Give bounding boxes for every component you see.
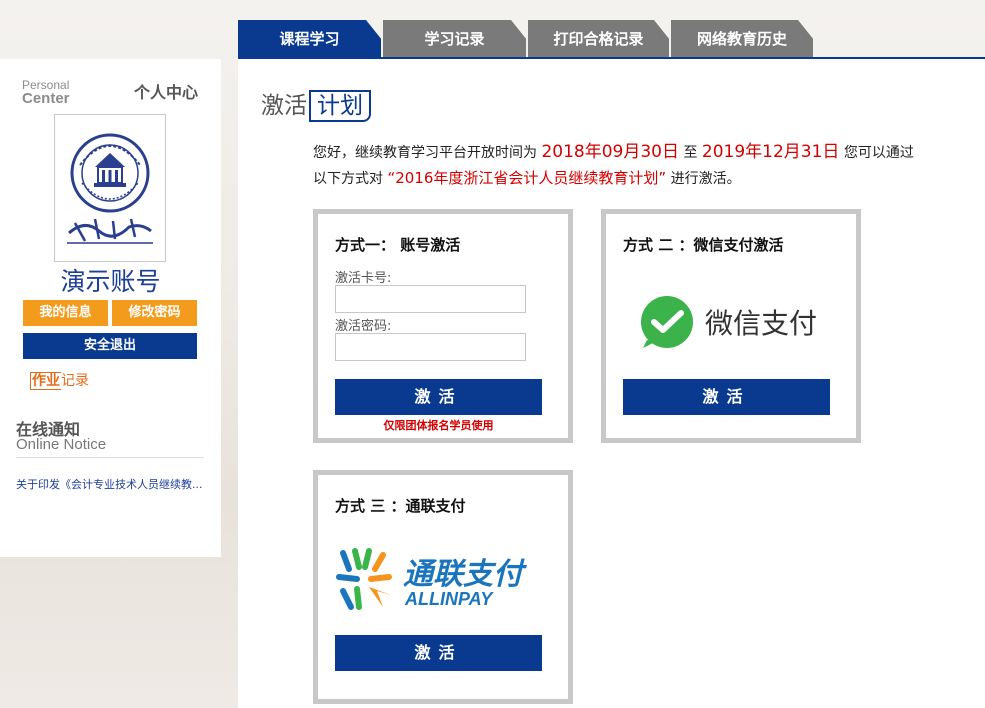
tab-course-study[interactable]: 课程学习: [238, 20, 382, 59]
homework-prefix: 作业: [30, 372, 61, 390]
tab-online-education-history[interactable]: 网络教育历史: [671, 20, 814, 59]
change-password-button[interactable]: 修改密码: [112, 300, 197, 326]
activation-card-allinpay: 方式 三 ：通联支付 通联支付 ALLINPAY 激活: [313, 470, 573, 704]
tab-label: 网络教育历史: [696, 30, 787, 48]
top-tab-bar: 课程学习 学习记录 打印合格记录 网络教育历史: [238, 20, 985, 59]
method2-title: 方式 二 ：微信支付激活: [623, 236, 784, 254]
tab-study-records[interactable]: 学习记录: [383, 20, 527, 59]
card-number-input[interactable]: [335, 285, 526, 313]
card-number-label: 激活卡号:: [335, 271, 392, 286]
wechat-pay-logo: 微信支付: [639, 292, 829, 352]
personal-center-en: Personal Center: [22, 78, 70, 107]
card-password-input[interactable]: [335, 333, 526, 361]
allinpay-en-text: ALLINPAY: [405, 589, 493, 609]
divider: [16, 457, 204, 458]
activation-card-account: 方式一： 账号激活 激活卡号: 激活密码: 激活 仅限团体报名学员使用: [313, 209, 573, 443]
tab-label: 打印合格记录: [553, 30, 644, 48]
end-date: 2019年12月31日: [701, 142, 840, 162]
personal-center-title: 个人中心: [134, 83, 199, 102]
homework-suffix: 记录: [61, 373, 89, 389]
page-title-prefix: 激活: [261, 93, 307, 119]
my-info-button[interactable]: 我的信息: [23, 300, 108, 326]
start-date: 2018年09月30日: [541, 142, 679, 162]
group-only-note: 仅限团体报名学员使用: [383, 419, 494, 432]
university-seal-icon: [67, 133, 153, 244]
intro-text: 您好，继续教育学习平台开放时间为 2018年09月30日 至 2019年12月3…: [313, 142, 914, 187]
wechat-pay-icon: [641, 296, 693, 348]
allinpay-cn-text: 通联支付: [403, 557, 523, 592]
plan-name: “2016年度浙江省会计人员继续教育计划”: [387, 169, 667, 187]
method3-title: 方式 三 ：通联支付: [335, 497, 466, 515]
card-password-label: 激活密码:: [335, 319, 392, 334]
page-title-box: 计划: [309, 90, 371, 122]
notice-item-link[interactable]: 关于印发《会计专业技术人员继续教...: [16, 476, 221, 492]
homework-records-link[interactable]: 作业记录: [30, 370, 89, 390]
tab-print-certificate[interactable]: 打印合格记录: [528, 20, 670, 59]
tab-label: 课程学习: [279, 30, 340, 48]
sidebar: Personal Center 个人中心 演示账号 我的信息 修改密码 安全退出…: [0, 59, 221, 557]
wechat-pay-text: 微信支付: [705, 307, 818, 340]
activate-wechat-button[interactable]: 激活: [623, 379, 830, 415]
tab-label: 学习记录: [424, 30, 485, 48]
page-title: 激活 计划: [261, 86, 371, 122]
allinpay-logo: 通联支付 ALLINPAY: [335, 547, 555, 617]
online-notice-title-en: Online Notice: [16, 436, 107, 453]
allinpay-icon: [336, 548, 392, 610]
activate-account-button[interactable]: 激活: [335, 379, 542, 415]
main-panel: 激活 计划 您好，继续教育学习平台开放时间为 2018年09月30日 至 2019…: [238, 59, 985, 708]
activation-card-wechat: 方式 二 ：微信支付激活 微信支付 激活: [601, 209, 861, 443]
activate-allinpay-button[interactable]: 激活: [335, 635, 542, 671]
username: 演示账号: [60, 267, 161, 296]
avatar: [54, 114, 166, 262]
logout-button[interactable]: 安全退出: [23, 333, 197, 359]
method1-title: 方式一： 账号激活: [335, 236, 461, 254]
